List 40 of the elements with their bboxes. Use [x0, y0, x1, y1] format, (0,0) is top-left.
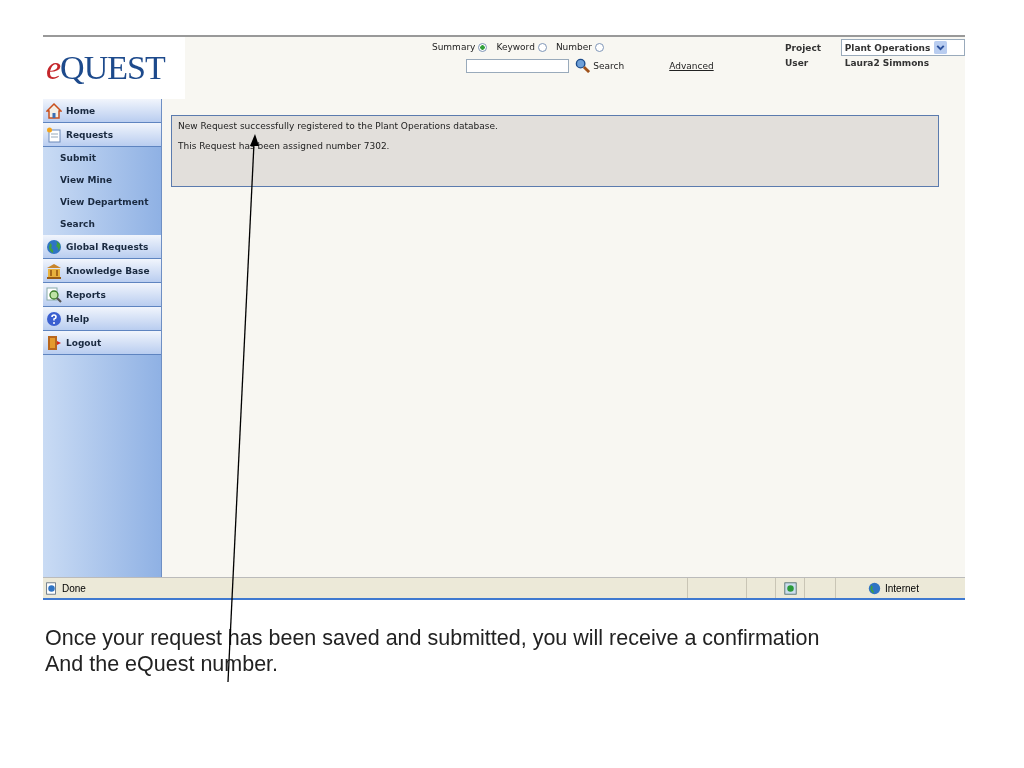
advanced-link[interactable]: Advanced [669, 60, 714, 71]
sidebar-subitem[interactable]: View Mine [43, 169, 161, 191]
sidebar-subitem[interactable]: Submit [43, 147, 161, 169]
sidebar-item[interactable]: Knowledge Base [43, 259, 161, 283]
help-icon [46, 310, 62, 327]
project-dropdown[interactable]: Plant Operations [840, 39, 965, 56]
project-label: Project [785, 42, 823, 53]
sidebar-item[interactable]: Reports [43, 283, 161, 307]
radio-button[interactable] [478, 42, 488, 52]
search-field[interactable] [466, 58, 570, 73]
radio-button[interactable] [537, 42, 547, 52]
globe-icon [46, 238, 62, 255]
monitor-icon [783, 581, 797, 595]
door-icon [46, 334, 62, 351]
sidebar-item[interactable]: Requests [43, 123, 161, 147]
sidebar-item[interactable]: Logout [43, 331, 161, 355]
sidebar-subitem[interactable]: Search [43, 213, 161, 235]
document-icon [46, 126, 62, 143]
chevron-down-icon [934, 41, 948, 54]
status-text: Done [43, 581, 687, 595]
building-icon [46, 262, 62, 279]
radio-label: Number [555, 42, 593, 52]
page-icon [45, 581, 58, 595]
security-zone: Internet [835, 578, 965, 598]
globe-icon [868, 581, 881, 595]
sidebar-item[interactable]: Home [43, 99, 161, 123]
magnifier-chart-icon [46, 286, 62, 303]
user-label: User [785, 58, 810, 68]
home-icon [46, 102, 62, 119]
user-name: Laura2 Simmons [843, 58, 931, 68]
sidebar-item[interactable]: Global Requests [43, 235, 161, 259]
radio-button[interactable] [595, 42, 605, 52]
radio-label: Summary [431, 42, 476, 52]
sidebar-subitem[interactable]: View Department [43, 191, 161, 213]
search-button[interactable]: Search [575, 58, 625, 73]
equest-logo: eQUEST [45, 49, 165, 87]
message-text: New Request successfully registered to the Plant Operations database. [178, 121, 499, 131]
sidebar-item[interactable]: Help [43, 307, 161, 331]
radio-label: Keyword [496, 42, 535, 52]
search-icon [575, 58, 591, 73]
